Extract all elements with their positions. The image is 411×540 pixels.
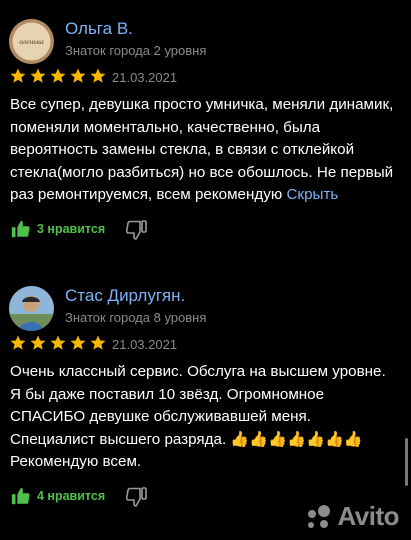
watermark-text: Avito <box>337 501 399 531</box>
scrollbar[interactable] <box>405 438 408 486</box>
author-level: Знаток города 8 уровня <box>65 310 207 325</box>
rating-stars <box>9 67 107 85</box>
thumbs-up-icon <box>11 487 30 504</box>
dislike-button[interactable] <box>124 218 148 247</box>
author-level: Знаток города 2 уровня <box>65 43 207 58</box>
thumbs-up-icon <box>11 220 30 237</box>
like-count: 4 нравится <box>37 488 106 503</box>
star-icon <box>10 335 26 350</box>
like-button[interactable]: 3 нравится <box>10 218 105 240</box>
review-author[interactable]: Стас Дирлугян. <box>65 286 185 306</box>
review-text: Все супер, девушка просто умничка, менял… <box>10 94 397 207</box>
review-date: 21.03.2021 <box>112 337 178 352</box>
avatar[interactable] <box>9 286 54 331</box>
star-icon <box>30 68 46 83</box>
rating-stars <box>9 334 107 352</box>
like-button[interactable]: 4 нравится <box>10 485 105 507</box>
star-icon <box>10 68 26 83</box>
dislike-button[interactable] <box>124 485 148 514</box>
star-icon <box>50 335 66 350</box>
star-icon <box>70 68 86 83</box>
star-icon <box>50 68 66 83</box>
review-body: Очень классный сервис. Обслуга на высшем… <box>10 363 386 470</box>
review-date: 21.03.2021 <box>112 70 178 85</box>
review-text: Очень классный сервис. Обслуга на высшем… <box>10 361 397 474</box>
thumbs-down-icon <box>125 486 147 507</box>
avito-logo-icon <box>308 504 331 528</box>
star-icon <box>90 68 106 83</box>
review-author[interactable]: Ольга В. <box>65 19 133 39</box>
star-icon <box>70 335 86 350</box>
avatar-text: оленька <box>19 37 44 46</box>
review-card: Стас Дирлугян. Знаток города 8 уровня 21… <box>0 281 411 515</box>
star-icon <box>30 335 46 350</box>
like-count: 3 нравится <box>37 221 106 236</box>
avatar[interactable]: оленька <box>9 19 54 64</box>
star-icon <box>90 335 106 350</box>
review-card: оленька Ольга В. Знаток города 2 уровня … <box>0 14 411 248</box>
avito-watermark: Avito <box>303 501 399 532</box>
hide-link[interactable]: Скрыть <box>286 186 338 203</box>
thumbs-down-icon <box>125 219 147 240</box>
